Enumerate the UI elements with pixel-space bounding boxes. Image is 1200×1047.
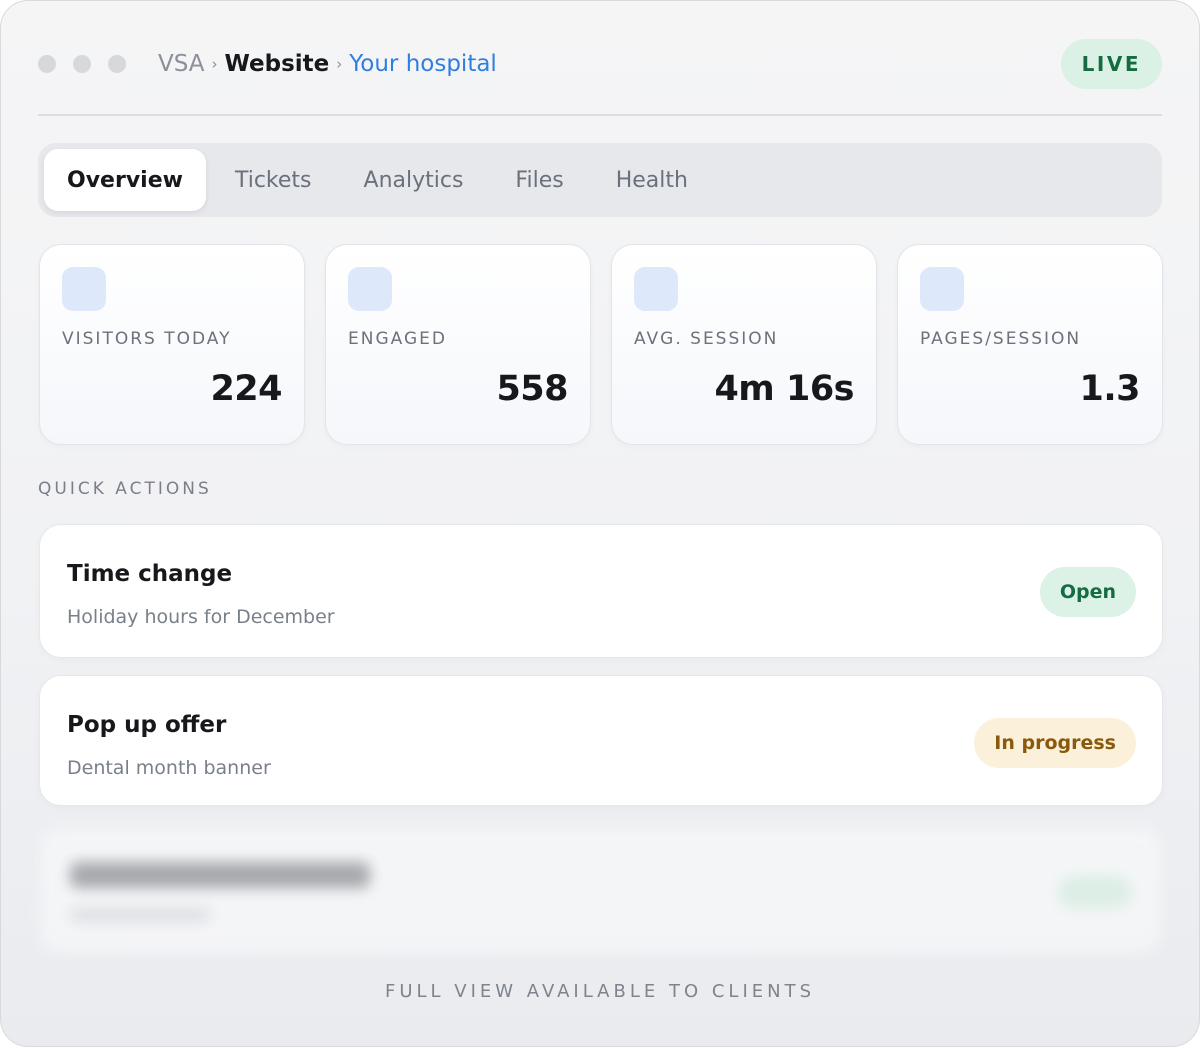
breadcrumb-root[interactable]: VSA (158, 51, 205, 77)
tab-files[interactable]: Files (492, 149, 586, 211)
blurred-subtitle-placeholder (70, 908, 210, 922)
action-subtitle: Dental month banner (67, 757, 271, 779)
blurred-title-placeholder (70, 862, 370, 888)
stat-value: 558 (496, 369, 568, 409)
pages-icon (920, 267, 964, 311)
tab-tickets[interactable]: Tickets (212, 149, 335, 211)
stat-card-engaged: ENGAGED 558 (325, 244, 591, 445)
maximize-dot[interactable] (108, 55, 126, 73)
tab-analytics[interactable]: Analytics (341, 149, 487, 211)
tab-bar: Overview Tickets Analytics Files Health (38, 143, 1162, 217)
quick-action-card[interactable]: Pop up offer Dental month banner In prog… (39, 675, 1163, 806)
breadcrumb-separator-icon: › (336, 55, 343, 73)
minimize-dot[interactable] (73, 55, 91, 73)
close-dot[interactable] (38, 55, 56, 73)
action-subtitle: Holiday hours for December (67, 606, 335, 628)
blurred-action-card (39, 827, 1163, 955)
stat-card-pages-per-session: PAGES/SESSION 1.3 (897, 244, 1163, 445)
window-controls (38, 55, 126, 73)
breadcrumb-section[interactable]: Website (225, 51, 330, 77)
breadcrumb: VSA › Website › Your hospital (158, 51, 497, 77)
stat-card-avg-session: AVG. SESSION 4m 16s (611, 244, 877, 445)
stat-value: 1.3 (1079, 369, 1140, 409)
stat-label: VISITORS TODAY (62, 329, 232, 349)
engaged-icon (348, 267, 392, 311)
breadcrumb-separator-icon: › (211, 55, 218, 73)
tab-overview[interactable]: Overview (44, 149, 206, 211)
session-icon (634, 267, 678, 311)
quick-actions-heading: QUICK ACTIONS (38, 479, 212, 499)
stat-value: 224 (210, 369, 282, 409)
stat-value: 4m 16s (714, 369, 854, 409)
stats-row: VISITORS TODAY 224 ENGAGED 558 AVG. SESS… (39, 244, 1163, 445)
breadcrumb-current[interactable]: Your hospital (349, 51, 497, 77)
action-title: Pop up offer (67, 712, 227, 738)
quick-action-card[interactable]: Time change Holiday hours for December O… (39, 524, 1163, 658)
stat-label: PAGES/SESSION (920, 329, 1082, 349)
tab-health[interactable]: Health (593, 149, 711, 211)
blurred-badge-placeholder (1058, 876, 1132, 908)
stat-card-visitors: VISITORS TODAY 224 (39, 244, 305, 445)
status-badge: In progress (974, 718, 1136, 768)
title-bar: VSA › Website › Your hospital LIVE (38, 31, 1162, 97)
live-status-badge: LIVE (1060, 39, 1162, 89)
stat-label: ENGAGED (348, 329, 447, 349)
status-badge: Open (1039, 567, 1136, 617)
visitors-icon (62, 267, 106, 311)
footer-note: FULL VIEW AVAILABLE TO CLIENTS (384, 981, 816, 1002)
stat-label: AVG. SESSION (634, 329, 779, 349)
action-title: Time change (67, 561, 233, 587)
app-window: VSA › Website › Your hospital LIVE Overv… (0, 0, 1200, 1047)
header-divider (38, 114, 1162, 116)
